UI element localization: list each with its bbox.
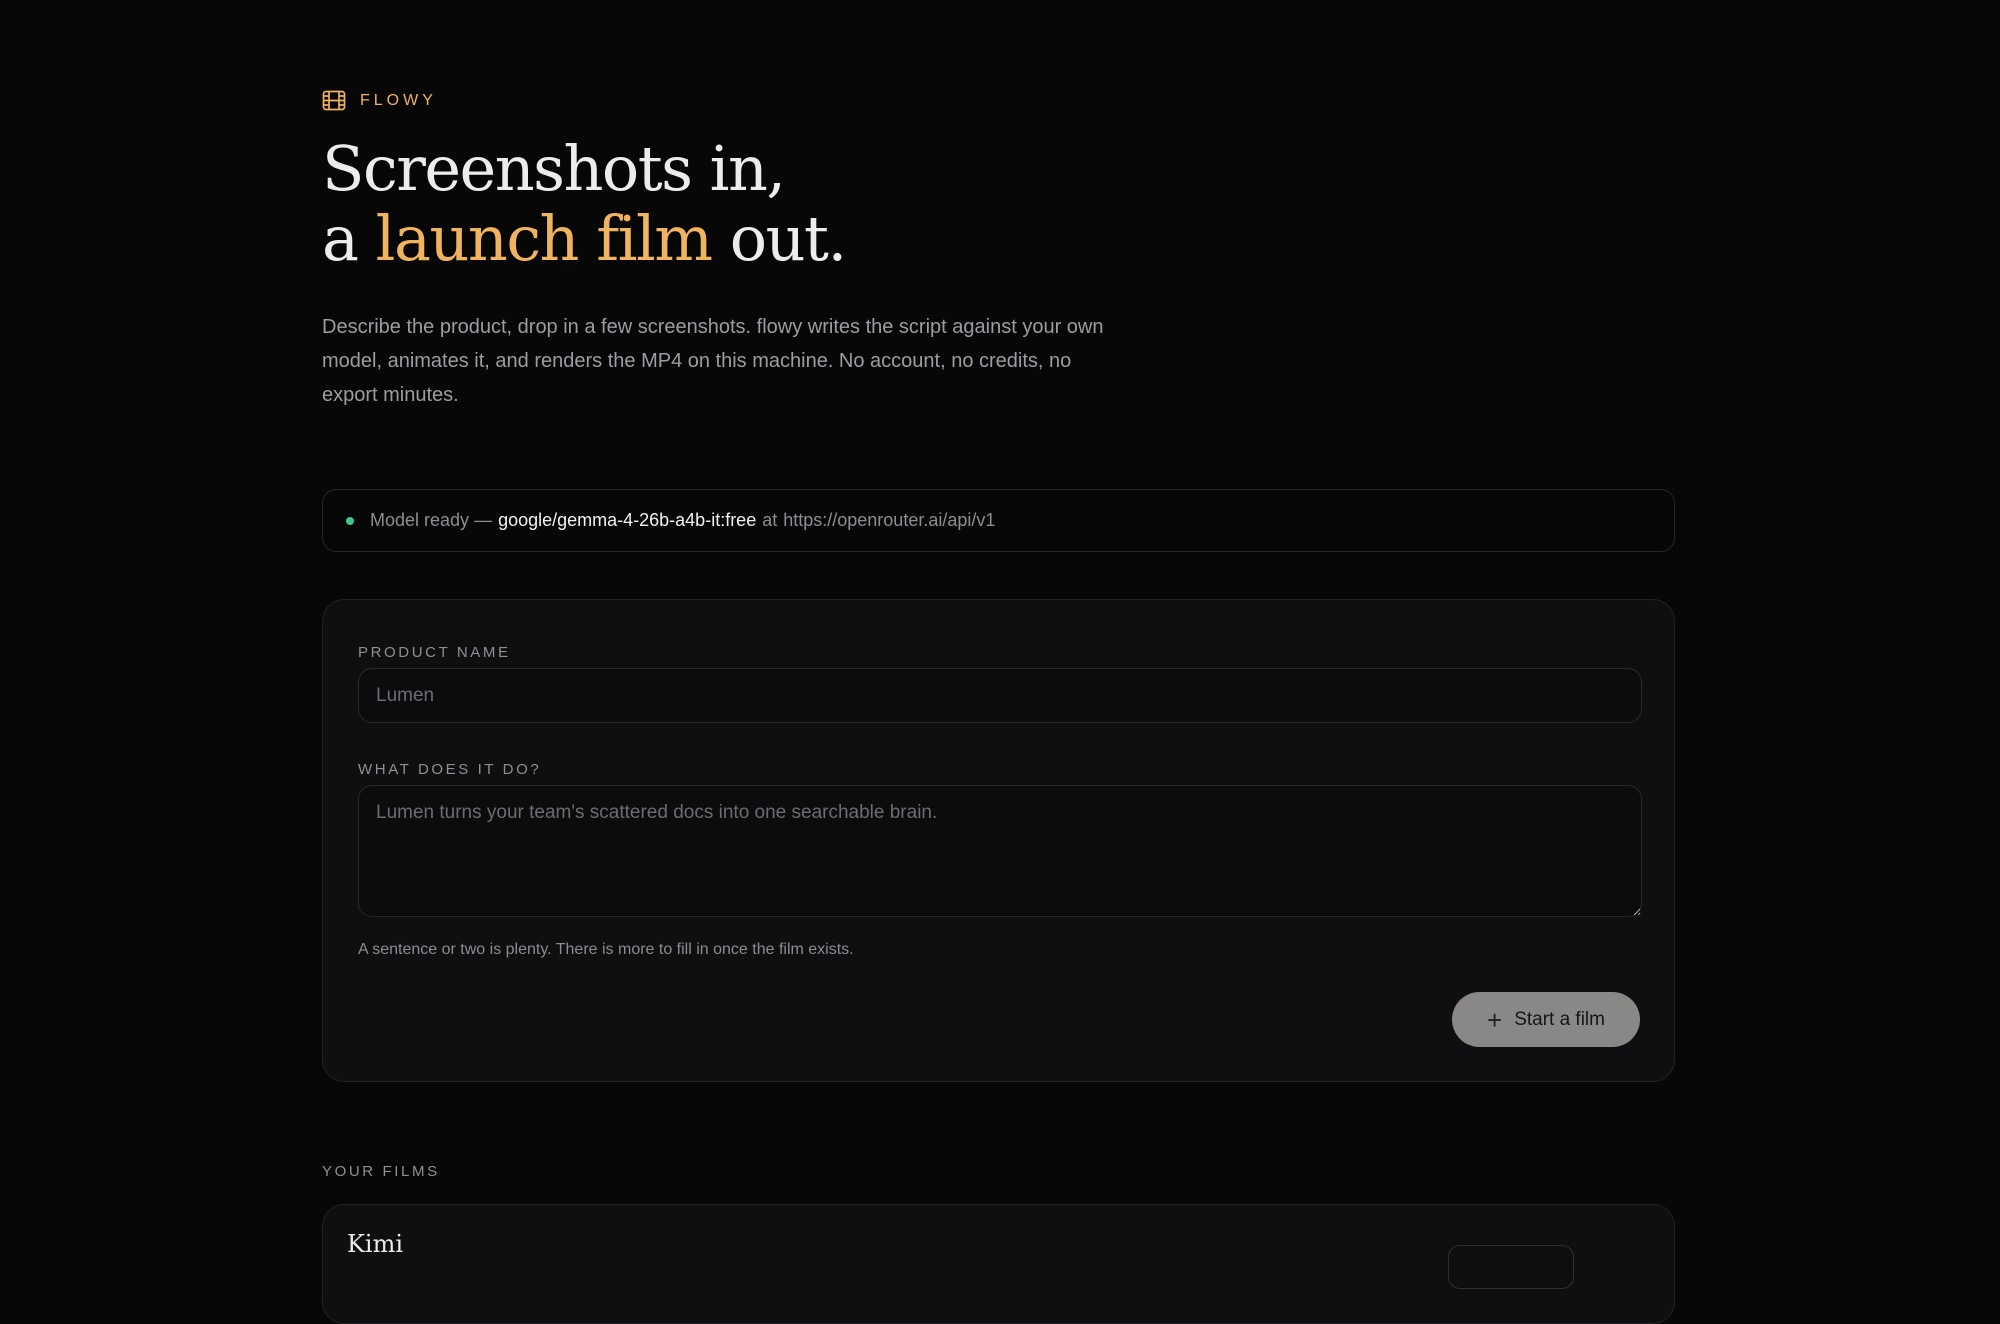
- brand-name: FLOWY: [360, 91, 437, 109]
- product-name-input[interactable]: [358, 668, 1642, 723]
- films-section-label: YOUR FILMS: [322, 1163, 440, 1180]
- headline-line-2-start: a: [322, 202, 376, 275]
- page-title: Screenshots in, a launch film out.: [322, 132, 847, 275]
- new-film-form: PRODUCT NAME WHAT DOES IT DO? A sentence…: [322, 599, 1675, 1082]
- film-card[interactable]: Kimi: [322, 1204, 1675, 1324]
- plus-icon: +: [1487, 1004, 1503, 1035]
- helper-text: A sentence or two is plenty. There is mo…: [358, 941, 854, 958]
- status-endpoint-url: https://openrouter.ai/api/v1: [783, 510, 996, 530]
- description-textarea[interactable]: [358, 785, 1642, 917]
- film-title: Kimi: [347, 1230, 404, 1258]
- status-dot: [346, 516, 354, 525]
- status-prefix: Model ready —: [370, 510, 493, 530]
- model-status-bar: Model ready — google/gemma-4-26b-a4b-it:…: [322, 489, 1675, 552]
- hero-description: Describe the product, drop in a few scre…: [322, 316, 1104, 406]
- headline-line-2-end: out.: [711, 202, 847, 275]
- product-name-label: PRODUCT NAME: [358, 644, 511, 661]
- start-film-button[interactable]: + Start a film: [1452, 992, 1640, 1047]
- status-model-name: google/gemma-4-26b-a4b-it:free: [498, 510, 757, 530]
- film-action-button[interactable]: [1448, 1245, 1574, 1289]
- description-label: WHAT DOES IT DO?: [358, 761, 542, 778]
- headline-accent: launch film: [375, 202, 713, 275]
- headline-line-1: Screenshots in,: [322, 132, 786, 205]
- start-film-label: Start a film: [1514, 1008, 1605, 1030]
- film-icon: [322, 90, 346, 111]
- status-separator: at: [762, 510, 778, 530]
- brand: FLOWY: [322, 90, 437, 111]
